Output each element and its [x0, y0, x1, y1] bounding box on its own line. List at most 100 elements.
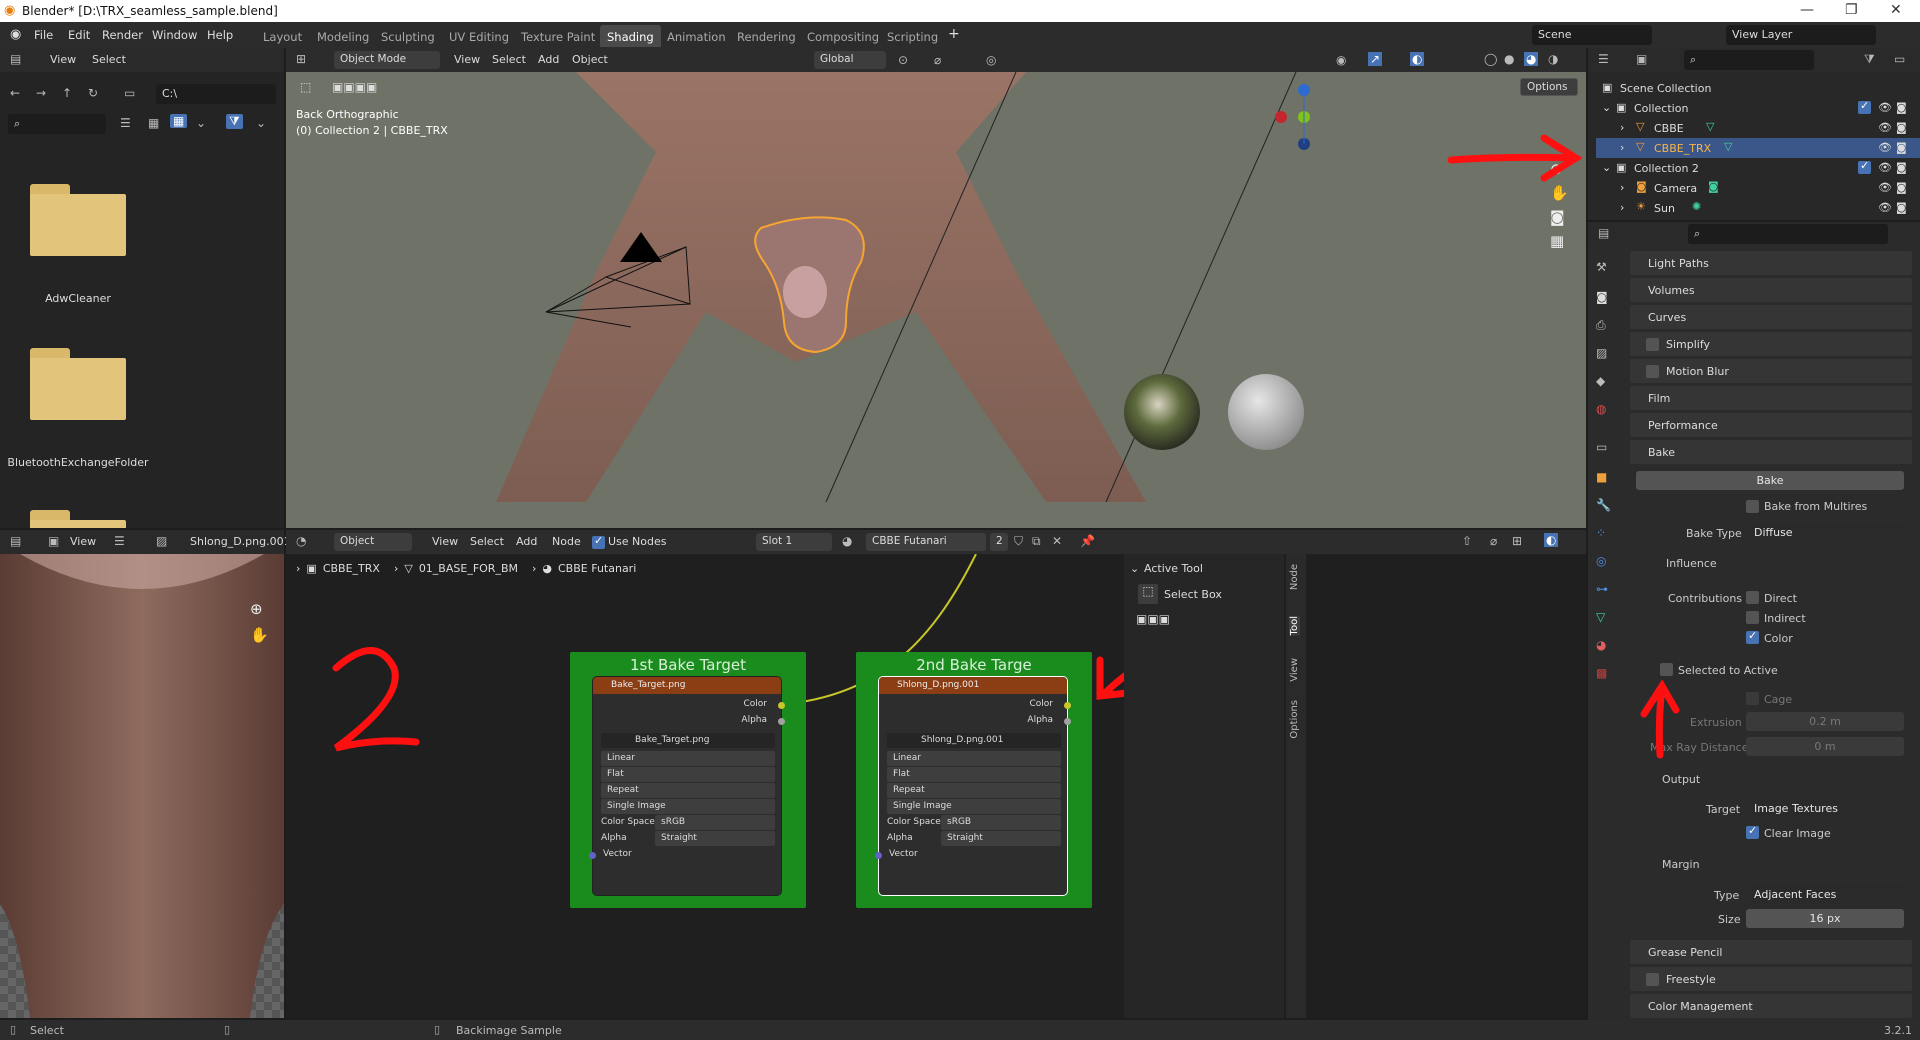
pivot-icon[interactable]: ⊙: [898, 53, 908, 67]
interpolation-dropdown[interactable]: Linear: [887, 751, 1061, 766]
section-bake[interactable]: Bake: [1630, 440, 1912, 464]
pan-hand-icon[interactable]: ✋: [250, 626, 269, 644]
list-view-icon[interactable]: ☰: [120, 116, 131, 130]
tab-node[interactable]: Node: [1289, 564, 1300, 590]
minimize-icon[interactable]: —: [1800, 2, 1814, 18]
camera-view-icon[interactable]: ◙: [1550, 208, 1565, 226]
cage-checkbox[interactable]: [1746, 692, 1759, 705]
shader-node-editor[interactable]: ◔ Object View Select Add Node Use Nodes …: [286, 530, 1586, 1018]
extension-dropdown[interactable]: Repeat: [887, 783, 1061, 798]
section-color-management[interactable]: Color Management: [1630, 994, 1912, 1018]
menu-select[interactable]: Select: [492, 53, 526, 66]
section-light-paths[interactable]: Light Paths: [1630, 251, 1912, 275]
display-mode-icon[interactable]: ▣: [1636, 52, 1647, 66]
node-header[interactable]: Bake_Target.png: [593, 677, 781, 694]
duplicate-icon[interactable]: ⧉: [1032, 534, 1041, 549]
view-mode-icon[interactable]: ▣: [48, 534, 59, 548]
node-header[interactable]: Shlong_D.png.001: [879, 677, 1067, 694]
3d-viewport[interactable]: ⊞ Object Mode View Select Add Object Glo…: [286, 48, 1586, 528]
view-layer-selector[interactable]: View Layer: [1726, 25, 1876, 45]
section-film[interactable]: Film: [1630, 386, 1912, 410]
bake-from-multires-checkbox[interactable]: [1746, 500, 1759, 513]
bake-type-dropdown[interactable]: Diffuse: [1746, 523, 1904, 542]
menu-object[interactable]: Object: [572, 53, 608, 66]
file-search-input[interactable]: ⌕: [8, 114, 106, 134]
tool-tab-icon[interactable]: ⚒: [1596, 260, 1607, 274]
influence-subpanel[interactable]: Influence: [1666, 557, 1717, 570]
menu-edit[interactable]: Edit: [68, 28, 90, 42]
outliner-row-sun[interactable]: › ☀ Sun ✺ 👁 ◙: [1596, 198, 1920, 218]
view-layer-tab-icon[interactable]: ▨: [1596, 346, 1607, 360]
menu-view[interactable]: View: [454, 53, 480, 66]
eye-icon[interactable]: 👁: [1878, 181, 1892, 194]
shader-type-selector[interactable]: Object: [334, 533, 412, 551]
bake-button[interactable]: Bake: [1636, 471, 1904, 490]
material-users-count[interactable]: 2: [990, 533, 1008, 551]
simplify-checkbox[interactable]: [1646, 338, 1659, 351]
folder-icon[interactable]: [30, 348, 126, 420]
outliner-row-camera[interactable]: › ◙ Camera ◙ 👁 ◙: [1596, 178, 1920, 198]
menu-view[interactable]: View: [70, 535, 96, 548]
color-space-dropdown[interactable]: sRGB: [941, 815, 1061, 830]
section-volumes[interactable]: Volumes: [1630, 278, 1912, 302]
projection-dropdown[interactable]: Flat: [601, 767, 775, 782]
expand-icon[interactable]: ›: [1620, 121, 1624, 134]
margin-subpanel[interactable]: Margin: [1662, 858, 1700, 871]
collection-tab-icon[interactable]: ▭: [1596, 440, 1607, 454]
exclude-checkbox[interactable]: [1858, 159, 1871, 174]
menu-view[interactable]: View: [432, 535, 458, 548]
tab-sculpting[interactable]: Sculpting: [374, 25, 442, 47]
margin-size-field[interactable]: 16 px: [1746, 909, 1904, 928]
menu-help[interactable]: Help: [207, 28, 233, 42]
material-tab-icon[interactable]: ◕: [1596, 638, 1606, 652]
material-name-field[interactable]: CBBE Futanari: [866, 533, 986, 551]
thumb-large-icon[interactable]: ▦: [170, 114, 188, 128]
image-name-field[interactable]: Shlong_D.png.001: [190, 535, 291, 548]
projection-dropdown[interactable]: Flat: [887, 767, 1061, 782]
menu-select[interactable]: Select: [92, 53, 126, 66]
expand-icon[interactable]: ⌄: [1602, 101, 1611, 114]
editor-type-icon[interactable]: ☰: [1598, 52, 1609, 66]
source-dropdown[interactable]: Single Image: [601, 799, 775, 814]
tab-modeling[interactable]: Modeling: [310, 25, 376, 47]
world-tab-icon[interactable]: ◍: [1596, 402, 1606, 416]
transform-orientation[interactable]: Global: [814, 51, 886, 69]
editor-type-icon[interactable]: ◔: [296, 534, 306, 548]
menu-file[interactable]: File: [34, 28, 53, 42]
unlink-icon[interactable]: ✕: [1052, 534, 1062, 548]
outliner-row-cbbe[interactable]: › ▽ CBBE ▽ 👁 ◙: [1596, 118, 1920, 138]
section-grease-pencil[interactable]: Grease Pencil: [1630, 940, 1912, 964]
input-vector-socket[interactable]: [875, 852, 882, 859]
shading-rendered-icon[interactable]: ◑: [1548, 52, 1558, 66]
output-color-socket[interactable]: [778, 702, 785, 709]
shading-material-icon[interactable]: ◕: [1524, 52, 1539, 66]
tab-tool[interactable]: Tool: [1289, 616, 1300, 636]
frame-1st-bake-target[interactable]: 1st Bake Target Bake_Target.png Color Al…: [570, 652, 806, 908]
texture-tab-icon[interactable]: ▩: [1596, 666, 1607, 680]
refresh-icon[interactable]: ↻: [88, 86, 98, 100]
physics-tab-icon[interactable]: ◎: [1596, 554, 1606, 568]
particles-tab-icon[interactable]: ⁘: [1596, 526, 1606, 540]
outliner-search-input[interactable]: ⌕: [1684, 50, 1814, 70]
interpolation-dropdown[interactable]: Linear: [601, 751, 775, 766]
data-tab-icon[interactable]: ▽: [1596, 610, 1605, 624]
select-box-tool-icon[interactable]: ⬚: [1138, 584, 1158, 604]
section-freestyle[interactable]: Freestyle: [1630, 967, 1912, 991]
editor-type-icon[interactable]: ▤: [10, 534, 21, 548]
output-alpha-socket[interactable]: [1064, 718, 1071, 725]
margin-type-dropdown[interactable]: Adjacent Faces: [1746, 885, 1904, 904]
alpha-dropdown[interactable]: Straight: [655, 831, 775, 846]
menu-window[interactable]: Window: [152, 28, 197, 42]
eye-icon[interactable]: 👁: [1878, 121, 1892, 134]
gizmo-icon[interactable]: ↗: [1368, 52, 1383, 66]
output-color-socket[interactable]: [1064, 702, 1071, 709]
ortho-grid-icon[interactable]: ▦: [1550, 232, 1564, 250]
overlay-toggle-icon[interactable]: ⊞: [1512, 534, 1522, 548]
slot-selector[interactable]: Slot 1: [756, 533, 832, 551]
back-icon[interactable]: ←: [10, 86, 20, 100]
eye-icon[interactable]: 👁: [1878, 161, 1892, 174]
eye-icon[interactable]: 👁: [1878, 201, 1892, 214]
folder-label-adwcleaner[interactable]: AdwCleaner: [0, 292, 163, 305]
tab-view[interactable]: View: [1289, 658, 1300, 682]
outliner-row-collection[interactable]: ⌄ ▣ Collection 👁 ◙: [1596, 98, 1920, 118]
